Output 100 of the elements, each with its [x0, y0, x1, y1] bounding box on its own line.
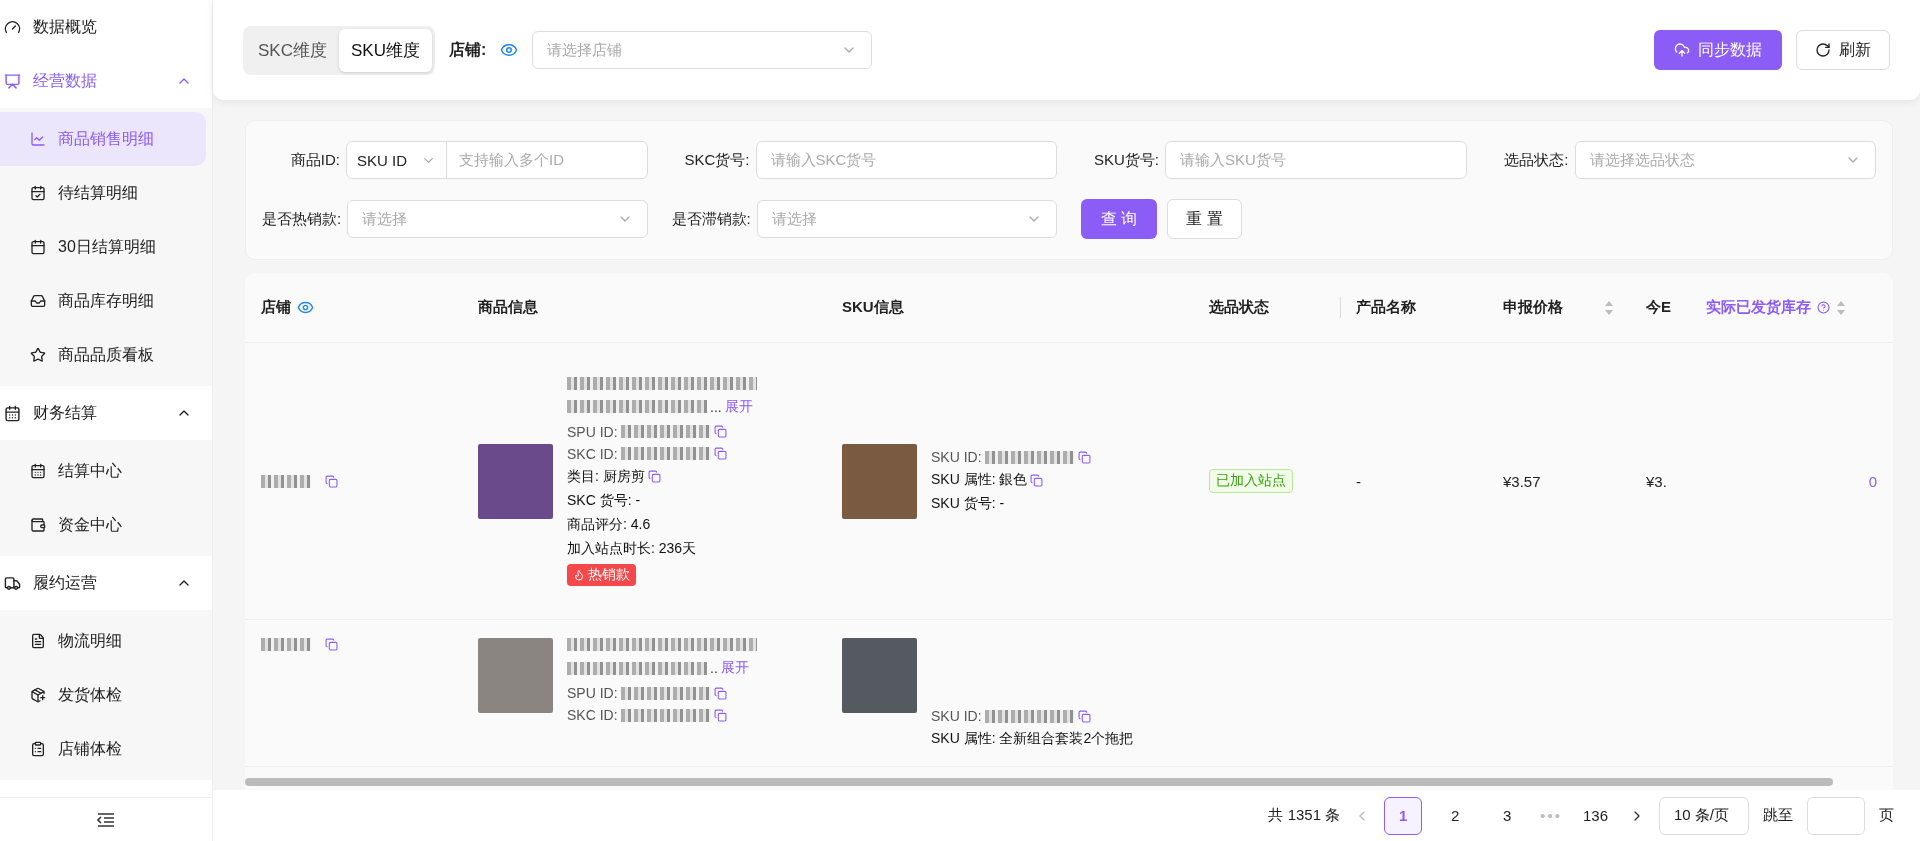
menu-item[interactable]: 商品品质看板 — [0, 328, 212, 382]
menu-item[interactable]: 商品销售明细 — [0, 112, 206, 166]
menu-icon — [4, 404, 21, 422]
menu-group[interactable]: 履约运营 — [0, 556, 212, 610]
copy-icon[interactable] — [325, 638, 338, 651]
field-label: SKC ID: — [567, 707, 618, 723]
info-line: SKU 属性: 銀色 — [931, 471, 1028, 489]
sync-data-button[interactable]: 同步数据 — [1654, 30, 1782, 70]
menu-item[interactable]: 30日结算明细 — [0, 220, 212, 274]
menu-group[interactable]: 经营数据 — [0, 54, 212, 108]
menu-icon — [4, 18, 21, 36]
blurred-text — [261, 638, 311, 651]
menu-icon — [4, 574, 21, 592]
page-button[interactable]: 1 — [1384, 796, 1423, 835]
help-icon — [1817, 301, 1830, 314]
filter-label: SKC货号: — [683, 150, 750, 170]
menu-item[interactable]: 商品库存明细 — [0, 274, 212, 328]
info-line: SKU 属性: 全新组合套装2个拖把 — [931, 730, 1134, 748]
field-label: SKC ID: — [567, 445, 618, 462]
copy-icon[interactable] — [1030, 473, 1044, 487]
sort-icon — [1604, 299, 1614, 316]
filter-label: SKU货号: — [1093, 150, 1159, 170]
field-label: SKU ID: — [931, 449, 982, 465]
id-type-select[interactable]: SKU ID — [347, 142, 447, 178]
info-line: 商品评分: 4.6 — [567, 515, 651, 534]
status-tag: 已加入站点 — [1209, 469, 1293, 493]
copy-icon[interactable] — [713, 686, 727, 700]
field-label: SPU ID: — [567, 423, 618, 440]
cloud-upload-icon — [1674, 42, 1690, 58]
menu-icon — [30, 347, 46, 363]
eye-icon[interactable] — [500, 41, 519, 59]
search-button[interactable]: 查 询 — [1081, 199, 1158, 239]
ellipsis-text: ... — [710, 398, 722, 415]
filter-label: 选品状态: — [1503, 150, 1569, 170]
page-size-select[interactable]: 10 条/页 — [1659, 796, 1749, 835]
filter-label: 是否滞销款: — [671, 209, 751, 229]
store-label: 店铺: — [448, 39, 487, 60]
info-line: SKU 货号: - — [931, 495, 1005, 513]
horizontal-scrollbar[interactable] — [245, 778, 1833, 786]
copy-icon[interactable] — [713, 708, 727, 722]
menu-item[interactable]: 结算中心 — [0, 444, 212, 498]
menu-icon — [30, 293, 46, 309]
menu-icon — [30, 633, 46, 649]
collapse-menu-icon[interactable] — [97, 812, 115, 827]
filter-label: 商品ID: — [289, 150, 340, 170]
expand-link[interactable]: 展开 — [720, 659, 749, 677]
hot-seller-tag: 热销款 — [567, 563, 636, 586]
dimension-tab[interactable]: SKC维度 — [246, 28, 339, 72]
table-cell: ¥3.57 — [1503, 472, 1541, 490]
copy-icon[interactable] — [325, 474, 338, 488]
column-header[interactable]: 今E — [1630, 273, 1690, 342]
menu-icon — [30, 741, 46, 757]
info-line: 加入站点时长: 236天 — [567, 539, 697, 558]
menu-item[interactable]: 数据概览 — [0, 0, 212, 54]
table-cell: - — [1356, 472, 1361, 490]
copy-icon[interactable] — [1077, 709, 1091, 723]
table-cell: 0 — [1868, 472, 1877, 490]
jump-label: 跳至 — [1763, 806, 1793, 825]
blurred-text — [261, 474, 311, 488]
menu-item[interactable]: 资金中心 — [0, 498, 212, 552]
menu-item[interactable]: 物流明细 — [0, 614, 212, 668]
page-suffix: 页 — [1879, 806, 1894, 825]
menu-icon — [30, 131, 46, 147]
column-header[interactable]: 产品名称 — [1340, 273, 1487, 342]
refresh-icon — [1815, 42, 1831, 58]
column-header[interactable]: 选品状态 — [1193, 273, 1340, 342]
refresh-button[interactable]: 刷新 — [1796, 30, 1890, 70]
eye-icon — [297, 299, 314, 316]
expand-link[interactable]: 展开 — [724, 397, 753, 416]
column-header[interactable]: 申报价格 — [1487, 273, 1630, 342]
menu-icon — [4, 72, 21, 90]
column-header[interactable]: SKU信息 — [826, 273, 1193, 342]
column-header[interactable]: 实际已发货库存 — [1690, 273, 1893, 342]
flame-icon — [573, 568, 585, 581]
field-label: SPU ID: — [567, 685, 618, 701]
reset-button[interactable]: 重 置 — [1167, 199, 1242, 239]
menu-icon — [30, 463, 46, 479]
menu-icon — [30, 687, 46, 703]
copy-icon[interactable] — [647, 470, 661, 483]
sort-icon — [1836, 299, 1846, 316]
menu-item[interactable]: 店铺体检 — [0, 722, 212, 776]
total-count: 共 1351 条 — [1268, 806, 1341, 825]
info-line: 类目: 厨房剪 — [567, 467, 645, 486]
column-header[interactable]: 商品信息 — [462, 273, 826, 342]
menu-item[interactable]: 发货体检 — [0, 668, 212, 722]
table-cell: ¥3. — [1646, 472, 1667, 490]
menu-icon — [30, 185, 46, 201]
menu-group[interactable]: 财务结算 — [0, 386, 212, 440]
copy-icon[interactable] — [713, 447, 727, 460]
menu-icon — [30, 239, 46, 255]
filter-label: 是否热销款: — [262, 209, 342, 229]
page-jump-input[interactable] — [1807, 796, 1865, 835]
copy-icon[interactable] — [713, 425, 727, 438]
column-header[interactable]: 店铺 — [245, 273, 462, 342]
copy-icon[interactable] — [1077, 450, 1091, 464]
field-label: SKU ID: — [931, 708, 982, 724]
menu-item[interactable]: 待结算明细 — [0, 166, 212, 220]
ellipsis-text: .. — [710, 660, 718, 676]
info-line: SKC 货号: - — [567, 491, 641, 510]
dimension-tab[interactable]: SKU维度 — [338, 28, 432, 72]
